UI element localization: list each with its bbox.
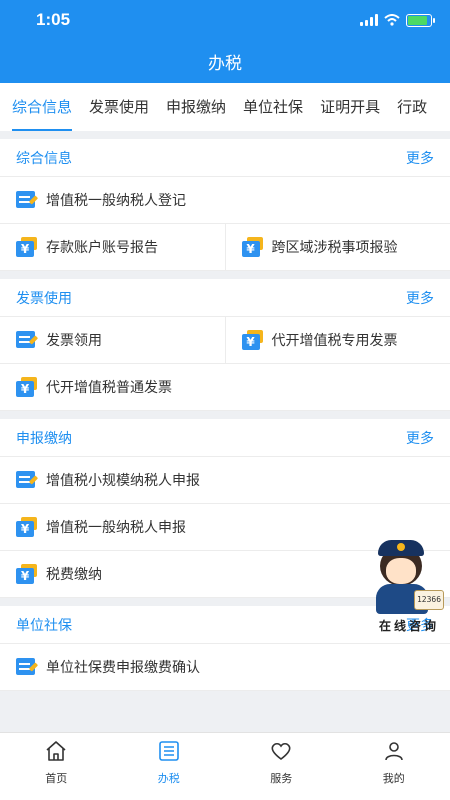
signal-icon [360,14,378,26]
card-front-shape: ¥ [16,568,34,584]
card-front-shape: ¥ [16,241,34,257]
service-row: 增值税一般纳税人登记 [0,177,450,224]
service-item-label: 增值税一般纳税人登记 [46,193,186,209]
card-front-shape: ¥ [16,521,34,537]
service-item[interactable]: ¥ 存款账户账号报告 [0,224,225,270]
yen-icon: ¥ [16,377,38,397]
section-header: 申报缴纳 更多 [0,419,450,457]
service-row: ¥ 代开增值税普通发票 [0,364,450,411]
service-item-label: 增值税小规模纳税人申报 [46,473,200,489]
nav-user[interactable]: 我的 [338,739,450,800]
service-item[interactable]: 增值税一般纳税人登记 [0,177,450,223]
edit-icon [16,470,39,490]
app-screen: 1:05 办税 综合信息 发票使用 申报缴纳 单位社保 证明开具 行政 综合信息 更多 增值税… [0,0,450,800]
card-front-shape: ¥ [16,381,34,397]
service-list: 综合信息 更多 增值税一般纳税人登记 ¥ 存款账户账号报告 ¥ 跨区域涉税事项报验 发票使用更… [0,131,450,732]
tab-3[interactable]: 单位社保 [243,83,303,131]
more-link[interactable]: 更多 [406,428,434,448]
service-item[interactable]: 单位社保费申报缴费确认 [0,644,450,690]
service-item[interactable]: ¥ 代开增值税普通发票 [0,364,450,410]
nav-label: 办税 [157,772,180,785]
hotline-sign: 12366 [414,590,444,610]
status-icons [360,13,435,27]
service-item[interactable]: ¥ 代开增值税专用发票 [224,317,450,363]
nav-label: 首页 [45,772,68,785]
card-front-shape: ¥ [241,334,260,350]
nav-home[interactable]: 首页 [0,739,113,800]
section-title: 单位社保 [16,617,72,634]
nav-label: 服务 [270,772,293,785]
section-1: 发票使用 更多发票领用 ¥ 代开增值税专用发票 ¥ 代开增值税普通发票 [0,279,450,411]
service-row: 发票领用 ¥ 代开增值税专用发票 [0,317,450,364]
service-item-label: 代开增值税专用发票 [271,333,398,349]
bottom-nav: 首页 办税 服务 我的 [0,732,450,800]
home-icon [44,739,68,770]
service-item[interactable]: 增值税小规模纳税人申报 [0,457,450,503]
section-0: 综合信息 更多增值税一般纳税人登记 ¥ 存款账户账号报告 ¥ 跨区域涉税事项报验 [0,139,450,271]
more-link[interactable]: 更多 [406,288,434,308]
yen-icon: ¥ [16,237,38,257]
edit-icon [16,657,39,677]
nav-label: 我的 [382,772,405,785]
service-item-label: 存款账户账号报告 [46,240,158,256]
nav-list[interactable]: 办税 [113,739,226,800]
service-item-label: 跨区域涉税事项报验 [271,240,398,256]
service-item-label: 单位社保费申报缴费确认 [46,660,200,676]
tab-2[interactable]: 申报缴纳 [166,83,226,131]
battery-icon [406,13,435,27]
mascot-face [386,558,416,584]
edit-icon [16,190,39,210]
more-link[interactable]: 更多 [406,148,434,168]
service-item[interactable]: ¥ 跨区域涉税事项报验 [224,224,450,270]
section-header: 发票使用 更多 [0,279,450,317]
card-front-shape: ¥ [241,241,260,257]
online-consult-label: 在线咨询 [378,619,439,633]
status-time: 1:05 [36,10,71,29]
service-row: 增值税小规模纳税人申报 [0,457,450,504]
service-item-label: 代开增值税普通发票 [46,380,172,396]
wifi-icon [384,14,400,26]
tab-1[interactable]: 发票使用 [89,83,149,131]
yen-icon: ¥ [16,564,38,584]
service-item-label: 增值税一般纳税人申报 [46,520,186,536]
service-item-label: 税费缴纳 [46,567,102,583]
user-icon [382,739,406,770]
section-title: 综合信息 [16,150,72,167]
edit-icon [16,330,39,350]
service-item[interactable]: 发票领用 [0,317,225,363]
section-header: 综合信息 更多 [0,139,450,177]
tab-4[interactable]: 证明开具 [320,83,380,131]
yen-icon: ¥ [241,237,264,257]
nav-heart[interactable]: 服务 [225,739,338,800]
list-icon [157,739,181,770]
heart-icon [269,739,293,770]
service-row: ¥ 存款账户账号报告 ¥ 跨区域涉税事项报验 [0,224,450,271]
section-title: 申报缴纳 [16,430,72,447]
cap-badge-icon [397,543,405,551]
yen-icon: ¥ [16,517,38,537]
yen-icon: ¥ [241,330,264,350]
service-item-label: 发票领用 [46,333,102,349]
online-consult-button[interactable]: 12366 在线咨询 [370,540,448,640]
status-bar: 1:05 [0,0,450,40]
section-title: 发票使用 [16,290,72,307]
tab-0[interactable]: 综合信息 [12,83,73,131]
page-title: 办税 [0,40,450,83]
service-row: 单位社保费申报缴费确认 [0,644,450,691]
category-tabs: 综合信息 发票使用 申报缴纳 单位社保 证明开具 行政 [0,83,450,131]
tab-5[interactable]: 行政 [397,83,427,131]
